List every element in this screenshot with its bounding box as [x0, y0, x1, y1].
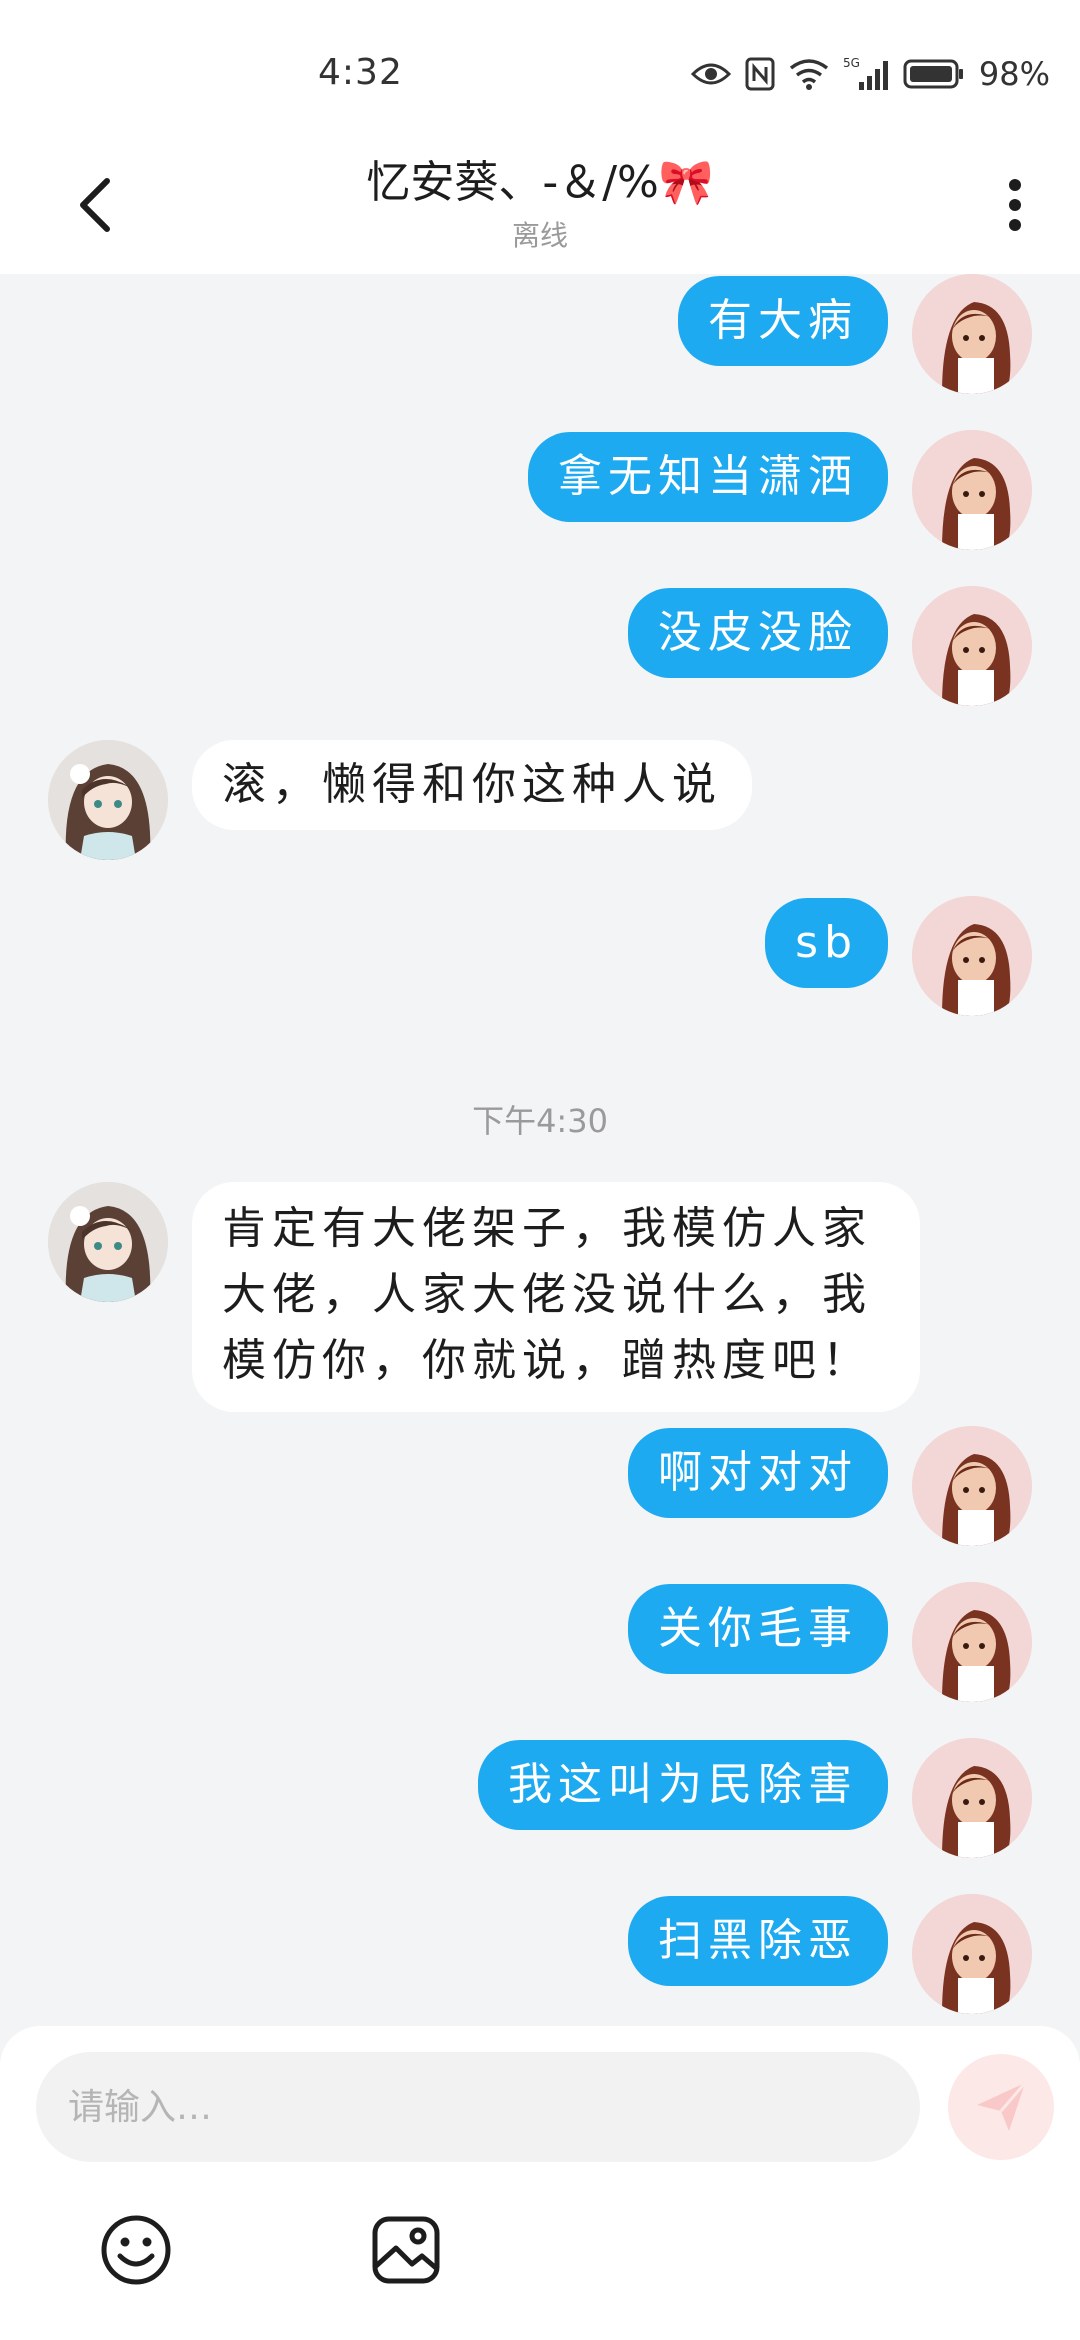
my-avatar[interactable]: [912, 896, 1032, 1016]
my-avatar[interactable]: [912, 586, 1032, 706]
emoji-button[interactable]: [96, 2210, 176, 2290]
wifi-icon: [789, 58, 829, 90]
status-bar: 4:32 5G 98%: [0, 0, 1080, 140]
image-button[interactable]: [366, 2210, 446, 2290]
nfc-icon: [745, 57, 775, 91]
emoji-icon: [101, 2215, 171, 2285]
my-avatar[interactable]: [912, 1426, 1032, 1546]
battery-icon: [903, 58, 965, 90]
contact-message-bubble[interactable]: 肯定有大佬架子，我模仿人家大佬，人家大佬没说什么，我模仿你，你就说，蹭热度吧！: [192, 1182, 920, 1412]
message-list[interactable]: 有大病 拿无知当潇洒 没皮没脸 滚，懒得和你这种人说 sb 下午4:30 肯定有…: [0, 274, 1080, 2026]
image-icon: [372, 2216, 440, 2284]
signal-5g-icon: 5G: [843, 56, 889, 92]
contact-avatar[interactable]: [48, 1182, 168, 1302]
more-vertical-icon: [1009, 179, 1021, 231]
battery-percentage: 98%: [978, 55, 1050, 93]
my-avatar[interactable]: [912, 1894, 1032, 2014]
my-message-bubble[interactable]: 扫黑除恶: [628, 1896, 888, 1986]
contact-status: 离线: [511, 219, 568, 252]
my-message-bubble[interactable]: sb: [765, 898, 888, 988]
my-message-bubble[interactable]: 拿无知当潇洒: [528, 432, 888, 522]
my-message-bubble[interactable]: 有大病: [678, 276, 888, 366]
my-message-bubble[interactable]: 啊对对对: [628, 1428, 888, 1518]
time-divider: 下午4:30: [472, 1102, 608, 1140]
message-input[interactable]: [36, 2052, 920, 2162]
my-avatar[interactable]: [912, 1582, 1032, 1702]
status-icons: 5G 98%: [690, 54, 1050, 94]
my-avatar[interactable]: [912, 1738, 1032, 1858]
my-message-bubble[interactable]: 我这叫为民除害: [478, 1740, 888, 1830]
more-options-button[interactable]: [990, 170, 1040, 240]
composer: [0, 2026, 1080, 2340]
contact-name: 忆安葵、-＆/%🎀: [366, 157, 714, 208]
contact-message-bubble[interactable]: 滚，懒得和你这种人说: [192, 740, 752, 830]
my-avatar[interactable]: [912, 430, 1032, 550]
send-icon: [977, 2082, 1027, 2131]
my-message-bubble[interactable]: 没皮没脸: [628, 588, 888, 678]
chat-header: 忆安葵、-＆/%🎀 离线: [0, 140, 1080, 274]
my-avatar[interactable]: [912, 274, 1032, 394]
contact-avatar[interactable]: [48, 740, 168, 860]
status-time: 4:32: [318, 52, 403, 93]
svg-text:5G: 5G: [843, 56, 860, 70]
send-button[interactable]: [948, 2054, 1054, 2160]
eye-icon: [690, 60, 731, 88]
my-message-bubble[interactable]: 关你毛事: [628, 1584, 888, 1674]
